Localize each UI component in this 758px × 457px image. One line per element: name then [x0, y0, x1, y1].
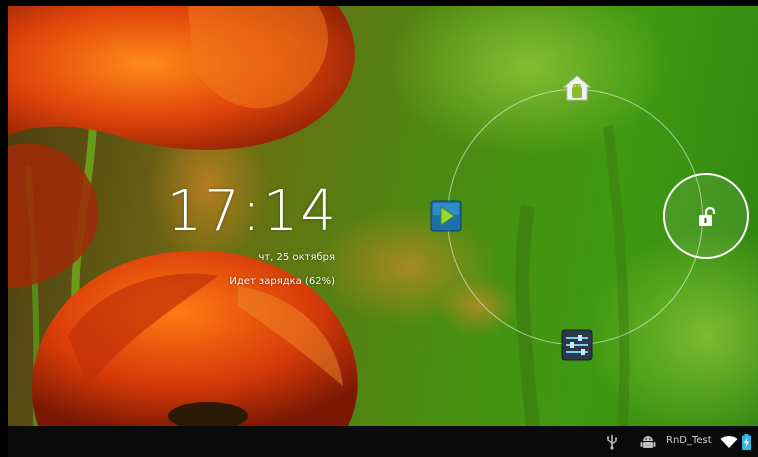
settings-sliders-icon[interactable]	[561, 329, 593, 361]
charging-status: Идет зарядка (62%)	[229, 276, 335, 287]
android-debug-icon	[640, 434, 656, 454]
status-bar: RnD_Test	[8, 426, 758, 457]
home-android-icon[interactable]	[561, 72, 593, 104]
lock-date: чт, 25 октября	[258, 252, 335, 263]
wifi-network-name: RnD_Test	[666, 435, 712, 446]
lock-clock: 17:14	[166, 179, 338, 244]
media-player-icon[interactable]	[430, 200, 462, 232]
unlock-padlock-icon	[699, 206, 716, 226]
wifi-icon	[720, 434, 738, 453]
unlock-handle[interactable]	[663, 173, 749, 259]
lock-screen: 17:14 чт, 25 октября Идет зарядка (62%)	[0, 0, 758, 457]
usb-icon	[606, 434, 618, 454]
battery-charging-icon	[742, 434, 751, 454]
